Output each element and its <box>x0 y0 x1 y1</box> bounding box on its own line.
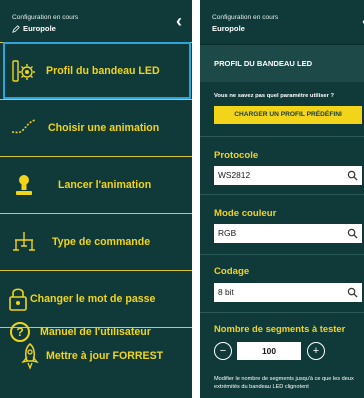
project-name-text: Europole <box>212 24 245 33</box>
section-title-band: PROFIL DU BANDEAU LED <box>200 44 364 82</box>
menu-item-command-type[interactable]: Type de commande <box>0 213 192 270</box>
menu-item-choose-animation[interactable]: Choisir une animation <box>0 99 192 156</box>
help-icon: ? <box>10 322 30 342</box>
protocol-label: Protocole <box>214 150 259 161</box>
search-icon[interactable] <box>347 228 358 239</box>
divider <box>200 136 364 137</box>
led-profile-screen: Configuration en cours Europole ‹ PROFIL… <box>200 0 364 398</box>
divider <box>200 254 364 255</box>
color-mode-label: Mode couleur <box>214 208 277 219</box>
color-mode-value: RGB <box>218 228 237 238</box>
network-icon <box>10 227 38 257</box>
protocol-value: WS2812 <box>218 170 251 180</box>
divider <box>200 194 364 195</box>
color-mode-field[interactable]: RGB <box>214 224 362 243</box>
increment-button[interactable]: + <box>307 342 325 360</box>
pencil-icon <box>12 24 20 33</box>
header: Configuration en cours Europole ‹ <box>0 0 192 42</box>
segments-hint: Modifier le nombre de segments jusqu'à c… <box>214 376 354 390</box>
load-preset-button[interactable]: CHARGER UN PROFIL PRÉDÉFINI <box>214 106 362 124</box>
project-name[interactable]: Europole <box>12 24 56 33</box>
divider <box>200 312 364 313</box>
chevron-left-icon[interactable]: ‹ <box>176 12 182 30</box>
coding-value: 8 bit <box>218 287 234 297</box>
main-menu-screen: Configuration en cours Europole ‹ Profil… <box>0 0 192 398</box>
coding-label: Codage <box>214 266 250 277</box>
decrement-button[interactable]: − <box>214 342 232 360</box>
header: Configuration en cours Europole ‹ <box>200 0 364 42</box>
search-icon[interactable] <box>347 287 358 298</box>
search-icon[interactable] <box>347 170 358 181</box>
segments-input[interactable]: 100 <box>237 342 301 360</box>
animation-curve-icon <box>10 113 38 143</box>
help-question: Vous ne savez pas quel paramètre utilise… <box>214 93 335 99</box>
config-label: Configuration en cours <box>212 14 279 21</box>
menu-label-user-manual: Manuel de l'utilisateur <box>40 326 151 338</box>
menu-label-launch-animation: Lancer l'animation <box>58 179 152 191</box>
menu-item-launch-animation[interactable]: Lancer l'animation <box>0 156 192 213</box>
menu-item-user-manual-row[interactable]: ? Manuel de l'utilisateur <box>0 304 192 360</box>
selection-highlight <box>3 42 191 99</box>
coding-field[interactable]: 8 bit <box>214 283 362 302</box>
menu-label-choose-animation: Choisir une animation <box>48 122 160 134</box>
lamp-icon <box>10 170 38 200</box>
config-label: Configuration en cours <box>12 14 79 21</box>
protocol-field[interactable]: WS2812 <box>214 166 362 185</box>
segments-label: Nombre de segments à tester <box>214 323 346 334</box>
page-title: PROFIL DU BANDEAU LED <box>214 59 313 68</box>
menu-label-command-type: Type de commande <box>52 236 151 248</box>
project-name-text: Europole <box>23 24 56 33</box>
project-name[interactable]: Europole <box>212 24 245 33</box>
